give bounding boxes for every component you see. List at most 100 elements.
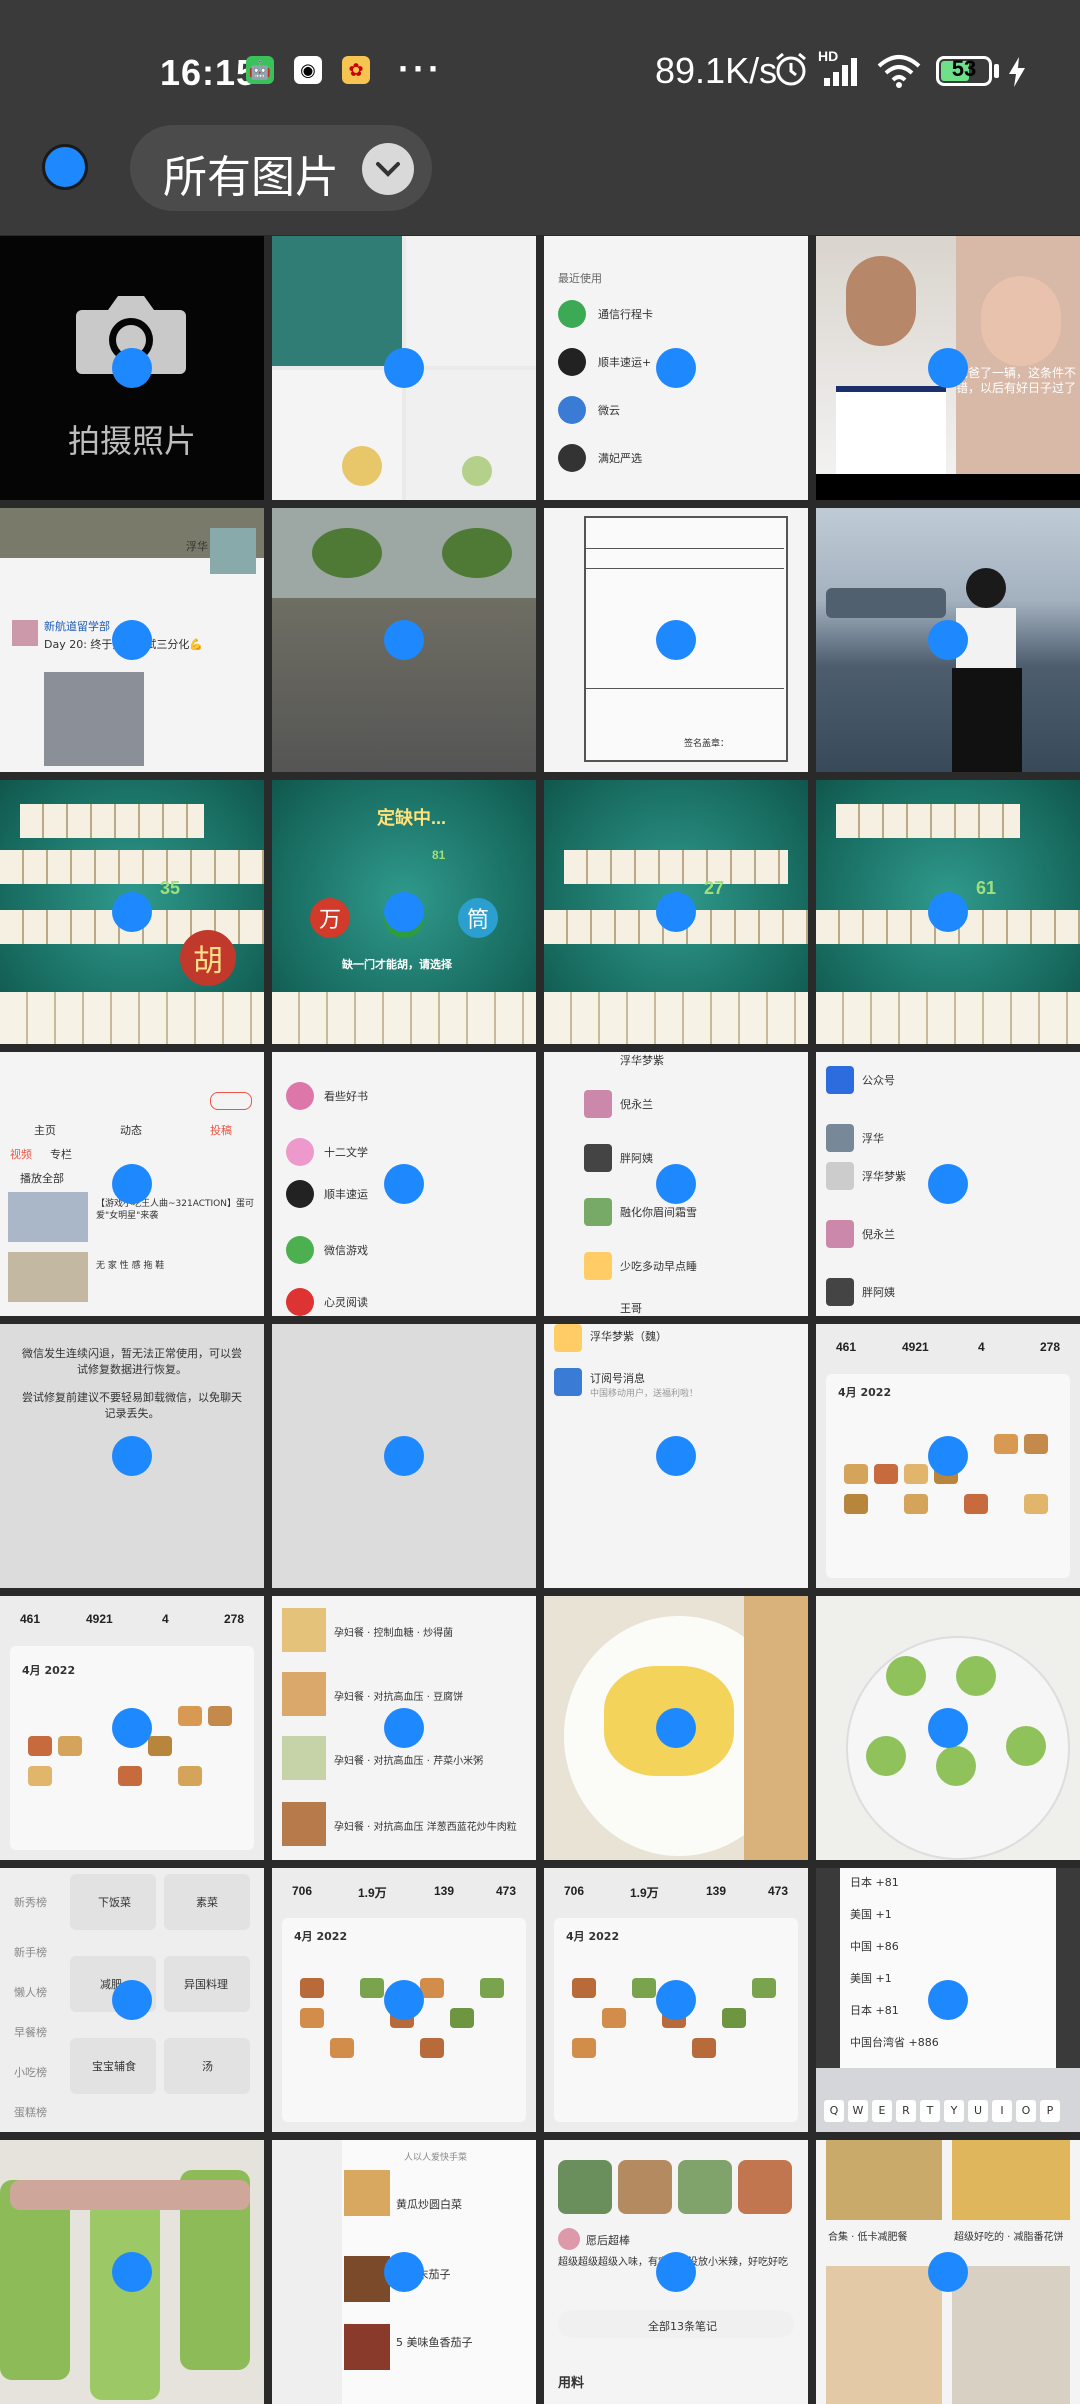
photo-thumbnail[interactable]: 706 1.9万 139 473 4月 2022: [272, 1868, 536, 2132]
recipe-title: 孕妇餐 · 对抗高血压 洋葱西蓝花炒牛肉粒: [334, 1822, 517, 1833]
photo-thumbnail[interactable]: 461 4921 4 278 4月 2022: [816, 1324, 1080, 1588]
select-dot[interactable]: [656, 1164, 696, 1204]
select-dot[interactable]: [656, 620, 696, 660]
photo-thumbnail[interactable]: 爸爸了一辆，这条件不错，以后有好日子过了: [816, 236, 1080, 500]
photo-thumbnail[interactable]: 浮华梦紫（魏） 订阅号消息 中国移动用户，送福利啦！: [544, 1324, 808, 1588]
photo-thumbnail[interactable]: 签名盖章：: [544, 508, 808, 772]
food-thumb: [994, 1434, 1018, 1454]
select-dot[interactable]: [384, 1708, 424, 1748]
contact-name: 王哥: [620, 1302, 642, 1315]
photo-thumbnail[interactable]: 61: [816, 780, 1080, 1044]
photo-thumbnail[interactable]: 主页 动态 投稿 视频 专栏 播放全部 【游戏小吃王人曲~321ACTION】蛋…: [0, 1052, 264, 1316]
select-dot[interactable]: [928, 1708, 968, 1748]
select-dot[interactable]: [384, 892, 424, 932]
select-dot[interactable]: [656, 348, 696, 388]
select-dot[interactable]: [384, 1164, 424, 1204]
food-thumb: [844, 1464, 868, 1484]
select-dot[interactable]: [656, 1708, 696, 1748]
mahjong-hint: 缺一门才能胡，请选择: [342, 959, 452, 971]
photo-thumbnail[interactable]: 看些好书 十二文学 顺丰速运 微信游戏 心灵阅读: [272, 1052, 536, 1316]
mahjong-tiles: [20, 804, 204, 838]
photo-thumbnail[interactable]: [816, 1596, 1080, 1860]
food-thumb: [178, 1706, 202, 1726]
select-dot[interactable]: [384, 1436, 424, 1476]
photo-thumbnail[interactable]: 日本 +81 美国 +1 中国 +86 美国 +1 日本 +81 中国台湾省 +…: [816, 1868, 1080, 2132]
select-toggle[interactable]: [42, 144, 88, 190]
food-thumb: [964, 1494, 988, 1514]
photo-thumbnail[interactable]: 公众号 浮华 浮华梦紫 倪永兰 胖阿姨: [816, 1052, 1080, 1316]
note-thumb: [558, 2160, 612, 2214]
select-dot[interactable]: [928, 892, 968, 932]
stat-value: 139: [434, 1884, 455, 1898]
photo-thumbnail[interactable]: 愿后超棒 超级超级超级入味，有宝宝吃没放小米辣，好吃好吃 全部13条笔记 用料: [544, 2140, 808, 2404]
battery-level: 53: [951, 56, 977, 81]
select-dot[interactable]: [656, 2252, 696, 2292]
thumb-avatar: [210, 528, 256, 574]
photo-thumbnail[interactable]: [272, 1324, 536, 1588]
select-dot[interactable]: [928, 1164, 968, 1204]
select-dot[interactable]: [384, 2252, 424, 2292]
select-dot[interactable]: [656, 1980, 696, 2020]
select-dot[interactable]: [112, 348, 152, 388]
photo-thumbnail[interactable]: 461 4921 4 278 4月 2022: [0, 1596, 264, 1860]
photo-thumbnail[interactable]: 定缺中... 81 万 条 筒 缺一门才能胡，请选择: [272, 780, 536, 1044]
form-line: [586, 568, 784, 569]
contact-avatar: [286, 1288, 314, 1316]
signal-icon: [824, 58, 857, 86]
photo-thumbnail[interactable]: 新秀榜 新手榜 懒人榜 早餐榜 小吃榜 蛋糕榜 下饭菜 素菜 减肥 异国料理 宝…: [0, 1868, 264, 2132]
sub-tab: 视频: [10, 1148, 32, 1161]
food-thumb: [1024, 1434, 1048, 1454]
photo-thumbnail[interactable]: [272, 508, 536, 772]
select-dot[interactable]: [112, 1164, 152, 1204]
food-thumb: [480, 1978, 504, 1998]
error-text: 尝试修复前建议不要轻易卸载微信，以免聊天记录丢失。: [22, 1391, 242, 1420]
select-dot[interactable]: [112, 620, 152, 660]
select-dot[interactable]: [928, 620, 968, 660]
food-thumb: [632, 1978, 656, 1998]
photo-thumbnail[interactable]: [0, 2140, 264, 2404]
photo-thumbnail[interactable]: 35 胡: [0, 780, 264, 1044]
stat-value: 4921: [86, 1612, 113, 1626]
select-dot[interactable]: [928, 348, 968, 388]
select-dot[interactable]: [656, 892, 696, 932]
thumb-image: [44, 672, 144, 766]
recipe-title: 孕妇餐 · 对抗高血压 · 豆腐饼: [334, 1692, 464, 1703]
contact-name: 胖阿姨: [862, 1286, 895, 1299]
select-dot[interactable]: [384, 620, 424, 660]
category-label: 汤: [202, 2060, 213, 2073]
select-dot[interactable]: [928, 2252, 968, 2292]
android-notification-icon: 🤖: [246, 56, 274, 84]
photo-thumbnail[interactable]: 合集 · 低卡减肥餐 超级好吃的 · 减脂番花饼: [816, 2140, 1080, 2404]
photo-thumbnail[interactable]: [544, 1596, 808, 1860]
select-dot[interactable]: [112, 2252, 152, 2292]
photo-thumbnail[interactable]: 706 1.9万 139 473 4月 2022: [544, 1868, 808, 2132]
photo-thumbnail[interactable]: [816, 508, 1080, 772]
photo-thumbnail[interactable]: 微信发生连续闪退，暂无法正常使用，可以尝试修复数据进行恢复。 尝试修复前建议不要…: [0, 1324, 264, 1588]
select-dot[interactable]: [928, 1980, 968, 2020]
thumb-face: [846, 256, 916, 346]
select-dot[interactable]: [384, 1980, 424, 2020]
album-selector[interactable]: 所有图片: [130, 125, 432, 211]
key: I: [992, 2100, 1012, 2122]
photo-thumbnail[interactable]: 人以人爱快手菜 黄瓜炒圆白菜 4 肉末茄子 5 美味鱼香茄子: [272, 2140, 536, 2404]
camera-cell[interactable]: 拍摄照片: [0, 236, 264, 500]
photo-thumbnail[interactable]: 孕妇餐 · 控制血糖 · 炒得菌 孕妇餐 · 对抗高血压 · 豆腐饼 孕妇餐 ·…: [272, 1596, 536, 1860]
select-dot[interactable]: [112, 1708, 152, 1748]
error-text: 微信发生连续闪退，暂无法正常使用，可以尝试修复数据进行恢复。: [22, 1347, 242, 1376]
photo-thumbnail[interactable]: 浮华 新航道留学部 Day 20: 终于开始尝试三分化💪: [0, 508, 264, 772]
select-dot[interactable]: [112, 1436, 152, 1476]
select-dot[interactable]: [384, 348, 424, 388]
photo-thumbnail[interactable]: 27: [544, 780, 808, 1044]
select-dot[interactable]: [112, 892, 152, 932]
thumb-block: [272, 236, 402, 366]
recipe-title: 黄瓜炒圆白菜: [396, 2198, 462, 2211]
photo-thumbnail[interactable]: [272, 236, 536, 500]
key: T: [920, 2100, 940, 2122]
thumb-face: [981, 276, 1061, 366]
select-dot[interactable]: [928, 1436, 968, 1476]
photo-thumbnail[interactable]: 浮华梦紫 倪永兰 胖阿姨 融化你眉间霜雪 少吃多动早点睡 王哥: [544, 1052, 808, 1316]
sub-tab: 专栏: [50, 1148, 72, 1161]
select-dot[interactable]: [112, 1980, 152, 2020]
select-dot[interactable]: [656, 1436, 696, 1476]
photo-thumbnail[interactable]: 最近使用 通信行程卡 顺丰速运+ 微云 满妃严选: [544, 236, 808, 500]
